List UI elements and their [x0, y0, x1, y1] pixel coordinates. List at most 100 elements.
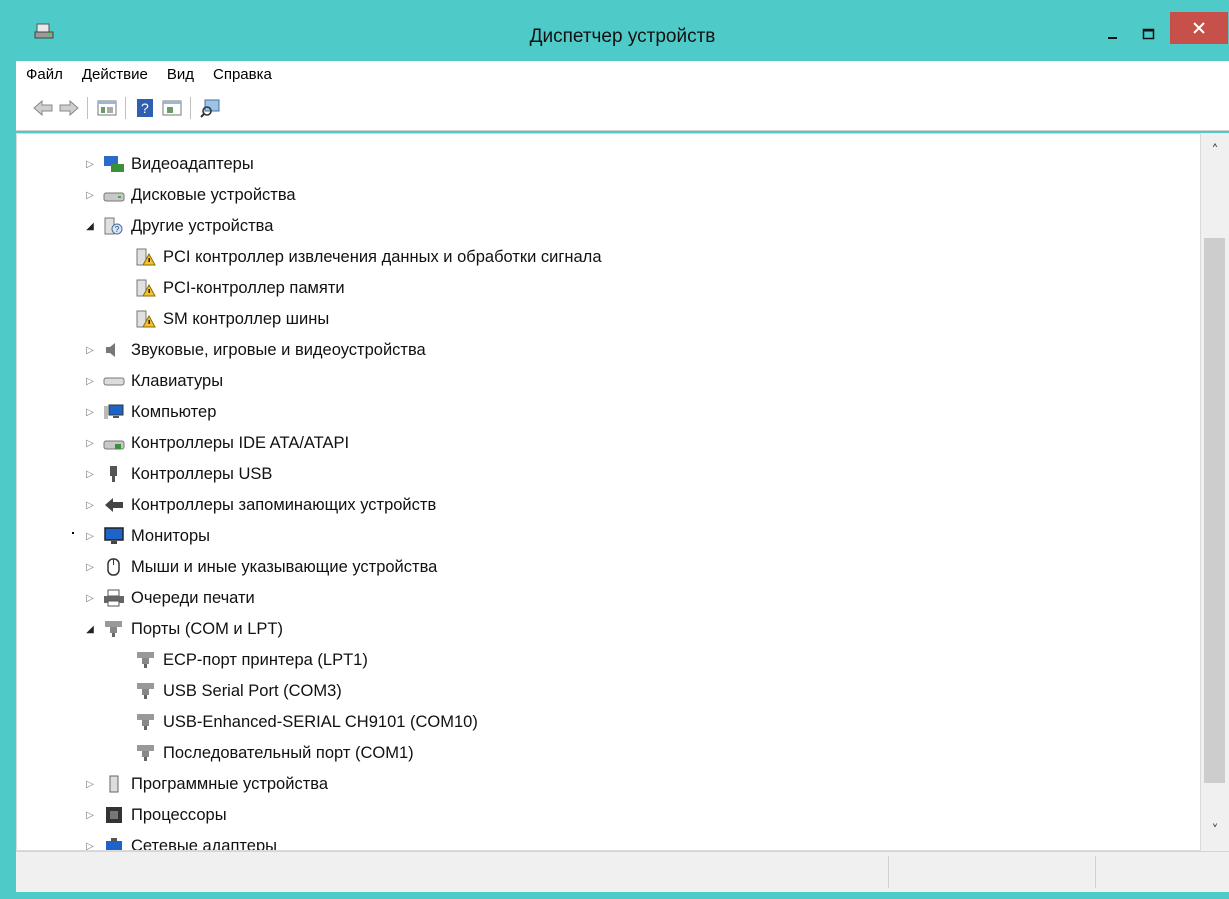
- tree-label: Сетевые адаптеры: [131, 836, 277, 851]
- back-arrow-icon[interactable]: [32, 97, 54, 119]
- expand-arrow-icon[interactable]: ▷: [83, 407, 97, 418]
- expand-arrow-icon[interactable]: ▷: [83, 562, 97, 573]
- expand-arrow-icon[interactable]: ▷: [83, 779, 97, 790]
- tree-category-network-adapters[interactable]: ▷ Сетевые адаптеры: [83, 831, 277, 851]
- close-button[interactable]: [1170, 12, 1228, 44]
- printer-icon: [104, 589, 124, 607]
- expand-arrow-icon[interactable]: ▷: [83, 841, 97, 851]
- expand-arrow-icon[interactable]: ▷: [83, 593, 97, 604]
- tree-device-serial-port-com1[interactable]: Последовательный порт (COM1): [135, 738, 414, 768]
- tree-label: Порты (COM и LPT): [131, 619, 283, 638]
- computer-icon: [104, 404, 124, 419]
- menu-help[interactable]: Справка: [203, 66, 281, 83]
- tree-label: USB-Enhanced-SERIAL CH9101 (COM10): [163, 712, 478, 731]
- port-icon: [137, 745, 154, 761]
- scroll-down-arrow-icon[interactable]: ˅: [1201, 823, 1229, 843]
- device-manager-window: Диспетчер устройств Файл Действие Вид Сп…: [0, 0, 1229, 899]
- scroll-up-arrow-icon[interactable]: ˄: [1201, 143, 1229, 163]
- storage-controller-icon: [105, 498, 123, 512]
- menu-view[interactable]: Вид: [157, 66, 203, 83]
- expand-arrow-icon[interactable]: ▷: [83, 190, 97, 201]
- tree-category-mice[interactable]: ▷ Мыши и иные указывающие устройства: [83, 552, 437, 582]
- tree-category-monitors[interactable]: ▷ Мониторы: [83, 521, 210, 551]
- collapse-arrow-icon[interactable]: ◢: [83, 221, 97, 232]
- tree-category-computer[interactable]: ▷ Компьютер: [83, 397, 216, 427]
- software-device-icon: [109, 775, 119, 793]
- tree-device-usb-enhanced-serial[interactable]: USB-Enhanced-SERIAL CH9101 (COM10): [135, 707, 478, 737]
- tree-category-ports[interactable]: ◢ Порты (COM и LPT): [83, 614, 283, 644]
- status-divider: [888, 856, 889, 888]
- menu-action[interactable]: Действие: [72, 66, 157, 83]
- tree-category-ide-controllers[interactable]: ▷ Контроллеры IDE ATA/ATAPI: [83, 428, 349, 458]
- minimize-button[interactable]: [1096, 18, 1130, 52]
- tree-category-keyboards[interactable]: ▷ Клавиатуры: [83, 366, 223, 396]
- collapse-arrow-icon[interactable]: ◢: [83, 624, 97, 635]
- tree-label: SM контроллер шины: [163, 309, 330, 328]
- vertical-scrollbar[interactable]: ˄ ˅: [1201, 133, 1229, 851]
- expand-arrow-icon[interactable]: ▷: [83, 159, 97, 170]
- scrollbar-thumb[interactable]: [1204, 238, 1225, 783]
- tree-category-processors[interactable]: ▷ Процессоры: [83, 800, 227, 830]
- keyboard-icon: [103, 377, 125, 386]
- update-driver-icon[interactable]: [161, 97, 183, 119]
- toolbar-separator: [87, 97, 88, 119]
- toolbar-separator: [190, 97, 191, 119]
- warning-device-icon: [136, 310, 156, 328]
- tree-device-sm-bus-controller[interactable]: SM контроллер шины: [135, 304, 329, 334]
- tree-label: Программные устройства: [131, 774, 329, 793]
- tree-category-software-devices[interactable]: ▷ Программные устройства: [83, 769, 328, 799]
- tree-device-usb-serial-port[interactable]: USB Serial Port (COM3): [135, 676, 342, 706]
- svg-text:?: ?: [141, 100, 149, 116]
- forward-arrow-icon[interactable]: [58, 97, 80, 119]
- stray-dot: [72, 532, 74, 534]
- window-title: Диспетчер устройств: [529, 26, 716, 47]
- menu-bar: Файл Действие Вид Справка: [16, 61, 1229, 87]
- tree-device-pci-signal-controller[interactable]: PCI контроллер извлечения данных и обраб…: [135, 242, 602, 272]
- tree-label: Контроллеры IDE ATA/ATAPI: [131, 433, 350, 452]
- expand-arrow-icon[interactable]: ▷: [83, 531, 97, 542]
- tree-label: Мыши и иные указывающие устройства: [131, 557, 438, 576]
- help-icon[interactable]: ?: [134, 97, 156, 119]
- tree-category-other-devices[interactable]: ◢ ? Другие устройства: [83, 211, 273, 241]
- network-adapter-icon: [106, 838, 122, 850]
- expand-arrow-icon[interactable]: ▷: [83, 438, 97, 449]
- port-icon: [137, 683, 154, 699]
- expand-arrow-icon[interactable]: ▷: [83, 810, 97, 821]
- tree-label: Другие устройства: [131, 216, 274, 235]
- expand-arrow-icon[interactable]: ▷: [83, 376, 97, 387]
- monitor-icon: [104, 527, 124, 544]
- tree-category-video-adapters[interactable]: ▷ Видеоадаптеры: [83, 149, 254, 179]
- properties-icon[interactable]: [96, 97, 118, 119]
- tree-label: USB Serial Port (COM3): [163, 681, 342, 700]
- minimize-icon: [1108, 37, 1117, 39]
- menu-file[interactable]: Файл: [16, 66, 72, 83]
- maximize-button[interactable]: [1132, 18, 1166, 52]
- display-adapter-icon: [104, 156, 124, 172]
- port-icon: [137, 652, 154, 668]
- warning-device-icon: [136, 279, 156, 297]
- expand-arrow-icon[interactable]: ▷: [83, 345, 97, 356]
- tree-label: PCI-контроллер памяти: [163, 278, 345, 297]
- tree-device-pci-memory-controller[interactable]: PCI-контроллер памяти: [135, 273, 345, 303]
- toolbar: ?: [16, 87, 1229, 131]
- device-tree[interactable]: ▷ Видеоадаптеры ▷ Дисковые устройства ◢ …: [16, 133, 1201, 851]
- tree-label: Процессоры: [131, 805, 227, 824]
- tree-device-ecp-printer-port[interactable]: ECP-порт принтера (LPT1): [135, 645, 368, 675]
- close-icon: [1193, 22, 1205, 34]
- tree-label: Дисковые устройства: [131, 185, 296, 204]
- tree-category-print-queues[interactable]: ▷ Очереди печати: [83, 583, 255, 613]
- tree-category-disk-drives[interactable]: ▷ Дисковые устройства: [83, 180, 296, 210]
- scan-hardware-icon[interactable]: [199, 97, 221, 119]
- disk-drive-icon: [103, 192, 125, 202]
- tree-category-sound[interactable]: ▷ Звуковые, игровые и видеоустройства: [83, 335, 426, 365]
- tree-category-usb-controllers[interactable]: ▷ Контроллеры USB: [83, 459, 272, 489]
- status-divider: [1095, 856, 1096, 888]
- processor-icon: [106, 807, 122, 823]
- title-bar[interactable]: Диспетчер устройств: [8, 0, 1229, 60]
- tree-category-storage-controllers[interactable]: ▷ Контроллеры запоминающих устройств: [83, 490, 436, 520]
- tree-label: Компьютер: [131, 402, 217, 421]
- mouse-icon: [107, 558, 120, 576]
- maximize-icon: [1142, 28, 1155, 40]
- expand-arrow-icon[interactable]: ▷: [83, 500, 97, 511]
- expand-arrow-icon[interactable]: ▷: [83, 469, 97, 480]
